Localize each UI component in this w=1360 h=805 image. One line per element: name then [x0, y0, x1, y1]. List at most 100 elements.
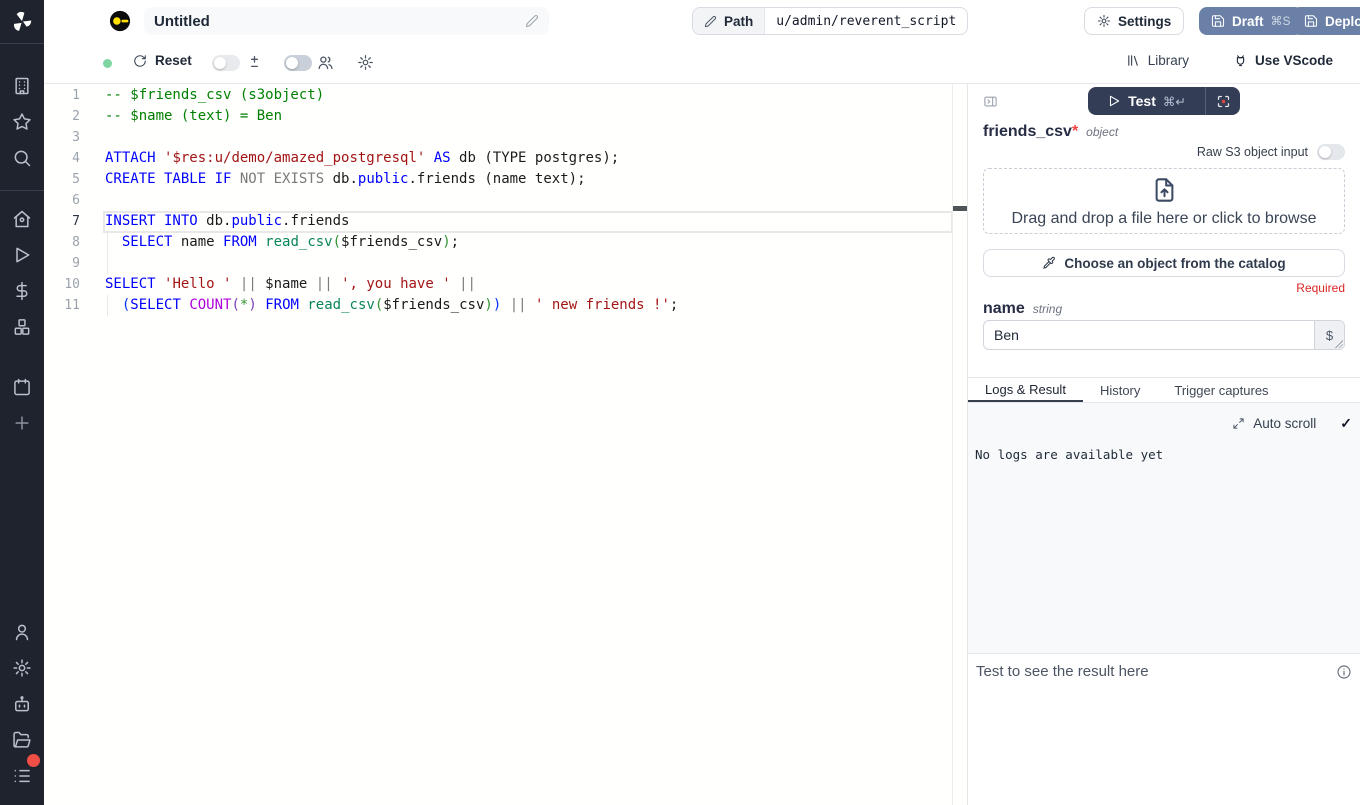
code-editor[interactable]: 1-- $friends_csv (s3object)2-- $name (te…	[44, 84, 967, 805]
sidebar-item-list[interactable]	[0, 758, 44, 794]
code-line-6[interactable]: 6	[44, 190, 967, 211]
required-badge: Required	[983, 281, 1345, 295]
sidebar-item-home[interactable]	[0, 201, 44, 237]
use-vscode-label: Use VScode	[1255, 53, 1333, 68]
code-line-2[interactable]: 2-- $name (text) = Ben	[44, 106, 967, 127]
sidebar-item-user[interactable]	[0, 614, 44, 650]
windmill-logo-icon	[11, 11, 33, 33]
code-line-9[interactable]: 9	[44, 253, 967, 274]
sidebar-item-star[interactable]	[0, 104, 44, 140]
sidebar-item-calendar[interactable]	[0, 369, 44, 405]
sidebar-item-dollar[interactable]	[0, 273, 44, 309]
gear-icon	[12, 658, 32, 678]
result-placeholder: Test to see the result here	[976, 663, 1149, 680]
library-label: Library	[1148, 53, 1189, 68]
user-icon	[12, 622, 32, 642]
path-label: Path	[724, 14, 753, 29]
indent-guide	[107, 232, 108, 253]
sidebar-item-gear[interactable]	[0, 650, 44, 686]
code-line-5[interactable]: 5CREATE TABLE IF NOT EXISTS db.public.fr…	[44, 169, 967, 190]
code-line-11[interactable]: 11 (SELECT COUNT(*) FROM read_csv($frien…	[44, 295, 967, 316]
plus-icon	[12, 413, 32, 433]
pipette-icon	[1042, 256, 1056, 270]
code-line-4[interactable]: 4ATTACH '$res:u/demo/amazed_postgresql' …	[44, 148, 967, 169]
draft-button[interactable]: Draft ⌘S	[1199, 7, 1303, 35]
code-text: ATTACH '$res:u/demo/amazed_postgresql' A…	[80, 148, 619, 169]
users-icon	[317, 54, 334, 71]
sidebar-item-folder[interactable]	[0, 722, 44, 758]
notification-badge	[27, 754, 40, 767]
name-input[interactable]: Ben $	[983, 320, 1345, 350]
autoscroll-toggle[interactable]: Auto scroll ✓	[1232, 415, 1352, 432]
line-number: 4	[44, 148, 80, 169]
tab-history[interactable]: History	[1083, 378, 1157, 402]
logs-panel: Auto scroll ✓ No logs are available yet	[968, 403, 1360, 653]
info-icon[interactable]	[1336, 664, 1352, 680]
line-number: 1	[44, 85, 80, 106]
play-icon	[1107, 94, 1121, 108]
sidebar-item-robot[interactable]	[0, 686, 44, 722]
input-resize-handle[interactable]	[1335, 340, 1343, 348]
duckdb-language-icon[interactable]	[109, 10, 131, 32]
editor-settings-gear-icon[interactable]	[357, 54, 374, 71]
tab-trigger-captures[interactable]: Trigger captures	[1157, 378, 1285, 402]
script-title: Untitled	[154, 13, 210, 30]
boxes-icon	[12, 317, 32, 337]
code-text: (SELECT COUNT(*) FROM read_csv($friends_…	[80, 295, 678, 316]
script-title-input[interactable]: Untitled	[144, 7, 549, 35]
deploy-button[interactable]: Deploy	[1292, 7, 1360, 35]
overview-ruler[interactable]	[952, 84, 967, 805]
edit-title-pencil-icon[interactable]	[525, 14, 539, 28]
home-icon	[12, 209, 32, 229]
indent-guide	[107, 295, 108, 316]
tab-logs-result[interactable]: Logs & Result	[968, 378, 1083, 402]
code-line-7[interactable]: 7INSERT INTO db.public.friends	[44, 211, 967, 232]
sidebar-item-plus[interactable]	[0, 405, 44, 441]
edit-path-pencil-icon	[704, 15, 717, 28]
dollar-icon	[12, 281, 32, 301]
path-control[interactable]: Path u/admin/reverent_script	[692, 7, 968, 35]
choose-object-button[interactable]: Choose an object from the catalog	[983, 249, 1345, 277]
sidebar-logo[interactable]	[0, 0, 44, 44]
draft-label: Draft	[1232, 14, 1264, 29]
multiplayer-toggle[interactable]	[284, 55, 312, 71]
panel-open-icon[interactable]	[983, 94, 998, 109]
run-panel: Test ⌘↵ friends_csv* object Raw S3 objec…	[967, 84, 1360, 805]
indent-guide	[107, 253, 108, 274]
raw-s3-toggle[interactable]	[1317, 144, 1345, 160]
star-icon	[12, 112, 32, 132]
code-line-1[interactable]: 1-- $friends_csv (s3object)	[44, 85, 967, 106]
list-icon	[12, 766, 32, 786]
building-icon	[12, 76, 32, 96]
refresh-icon	[133, 54, 147, 68]
library-button[interactable]: Library	[1126, 53, 1189, 68]
left-sidebar	[0, 0, 44, 805]
test-shortcut: ⌘↵	[1163, 94, 1186, 109]
sidebar-item-search[interactable]	[0, 140, 44, 176]
file-dropzone[interactable]: Drag and drop a file here or click to br…	[983, 168, 1345, 234]
diff-toggle[interactable]	[212, 55, 240, 71]
code-text: -- $name (text) = Ben	[80, 106, 282, 127]
code-text: SELECT 'Hello ' || $name || ', you have …	[80, 274, 476, 295]
capture-button[interactable]	[1205, 87, 1240, 115]
capture-icon	[1216, 94, 1231, 109]
vscode-icon	[1233, 53, 1248, 68]
code-line-3[interactable]: 3	[44, 127, 967, 148]
reset-button[interactable]: Reset	[133, 53, 192, 68]
overview-ruler-cursor-mark	[953, 206, 967, 211]
code-line-8[interactable]: 8 SELECT name FROM read_csv($friends_csv…	[44, 232, 967, 253]
save-icon	[1211, 14, 1225, 28]
code-line-10[interactable]: 10SELECT 'Hello ' || $name || ', you hav…	[44, 274, 967, 295]
check-icon: ✓	[1340, 415, 1352, 432]
arg-type-string: string	[1033, 302, 1062, 316]
name-input-value[interactable]: Ben	[984, 321, 1314, 349]
settings-button[interactable]: Settings	[1084, 7, 1184, 35]
sidebar-item-building[interactable]	[0, 68, 44, 104]
sidebar-item-boxes[interactable]	[0, 309, 44, 345]
sidebar-item-play[interactable]	[0, 237, 44, 273]
test-button[interactable]: Test ⌘↵	[1088, 87, 1205, 115]
arg-name-name: name	[983, 300, 1025, 318]
line-number: 9	[44, 253, 80, 274]
use-vscode-button[interactable]: Use VScode	[1233, 53, 1333, 68]
line-number: 10	[44, 274, 80, 295]
